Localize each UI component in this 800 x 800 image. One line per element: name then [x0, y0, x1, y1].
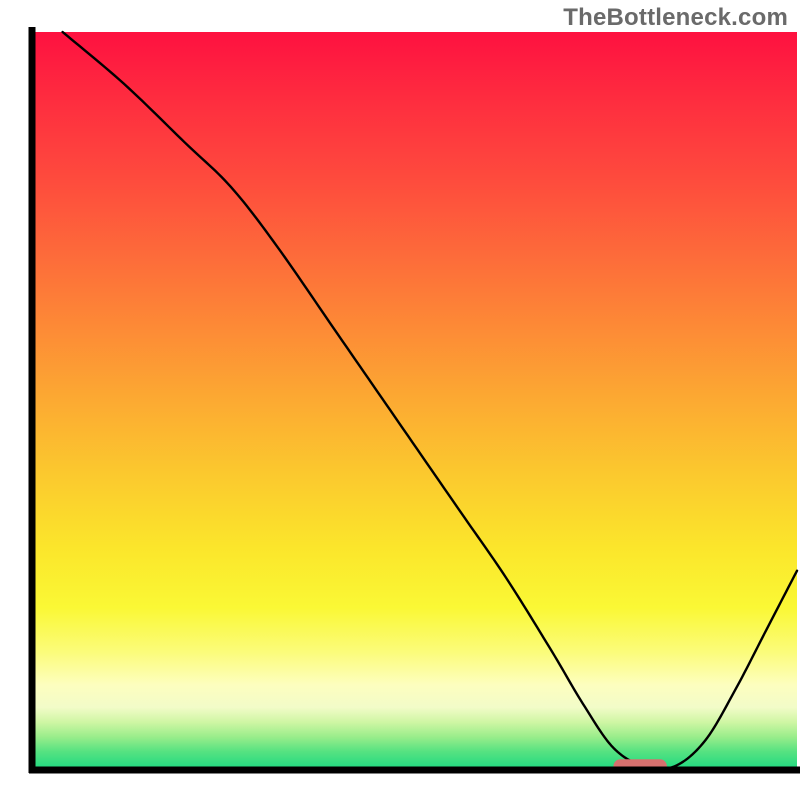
chart-frame: TheBottleneck.com: [0, 0, 800, 800]
chart-background: [32, 32, 797, 770]
bottleneck-plot: [0, 0, 800, 800]
